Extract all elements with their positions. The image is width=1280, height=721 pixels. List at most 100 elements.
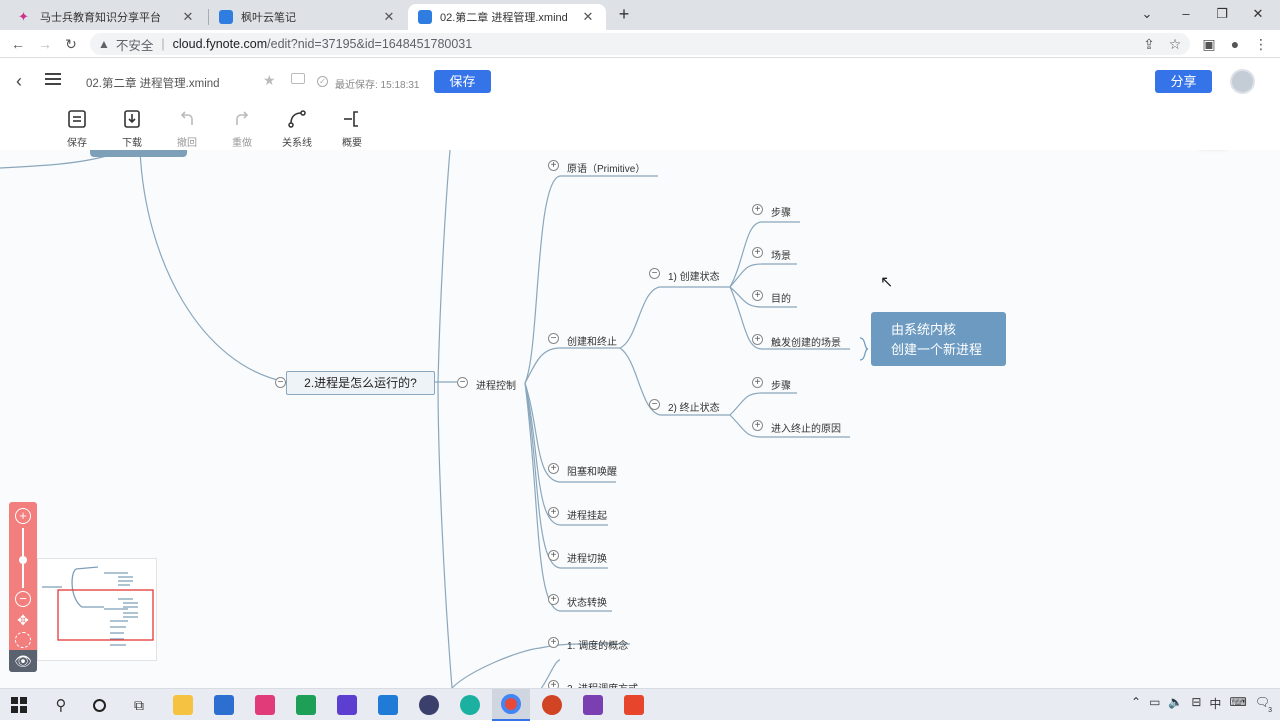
expand-toggle[interactable]: [548, 160, 559, 171]
tray-chevron-icon[interactable]: ⌃: [1131, 695, 1141, 712]
expand-toggle[interactable]: [548, 507, 559, 518]
topic-primitive[interactable]: 原语（Primitive）: [567, 160, 645, 175]
zoom-out-icon[interactable]: −: [15, 591, 31, 607]
expand-toggle[interactable]: [548, 680, 559, 688]
expand-toggle[interactable]: [548, 594, 559, 605]
topic-process-control[interactable]: 进程控制: [476, 377, 516, 392]
back-chevron-icon[interactable]: ‹: [16, 71, 22, 92]
windows-start-icon[interactable]: [0, 689, 38, 721]
topic-steps[interactable]: 步骤: [771, 204, 791, 219]
expand-toggle[interactable]: [548, 637, 559, 648]
topic-purpose[interactable]: 目的: [771, 290, 791, 305]
cortana-circle-icon[interactable]: [80, 689, 118, 721]
notification-center-icon[interactable]: 🗨 3: [1255, 695, 1272, 714]
topic-switch[interactable]: 进程切换: [567, 550, 607, 565]
expand-toggle[interactable]: [752, 204, 763, 215]
topic-scene[interactable]: 场景: [771, 247, 791, 262]
topic-terminate-state[interactable]: 2) 终止状态: [668, 399, 720, 414]
edge-browser-icon[interactable]: [451, 689, 489, 721]
toolbar-relation-button[interactable]: 关系线: [277, 108, 317, 149]
bookmark-star-icon[interactable]: ☆: [1166, 35, 1184, 53]
forward-arrow-icon[interactable]: →: [36, 35, 54, 53]
central-topic-node[interactable]: 2.进程是怎么运行的?: [286, 371, 435, 395]
battery-icon[interactable]: ▭: [1149, 695, 1160, 712]
user-avatar[interactable]: [1230, 69, 1255, 94]
minimap-eye-icon[interactable]: 👁: [9, 650, 37, 672]
topic-sched-method[interactable]: 2. 进程调度方式: [567, 680, 638, 688]
pdf-reader-icon[interactable]: [574, 689, 612, 721]
store-app-icon[interactable]: [205, 689, 243, 721]
network-icon[interactable]: ⊟: [1191, 695, 1201, 712]
minimize-window-icon[interactable]: –: [1172, 4, 1200, 24]
xmind-app-icon[interactable]: [615, 689, 653, 721]
toolbar-download-button[interactable]: 下载: [112, 108, 152, 149]
collapse-toggle[interactable]: [275, 377, 286, 388]
expand-toggle[interactable]: [548, 463, 559, 474]
browser-tab-xmind[interactable]: 02.第二章 进程管理.xmind ✕: [408, 4, 606, 30]
tab-close-icon[interactable]: ✕: [180, 9, 196, 25]
volume-icon[interactable]: 🔈: [1168, 695, 1183, 712]
chrome-browser-icon[interactable]: [492, 689, 530, 721]
intellij-icon[interactable]: [246, 689, 284, 721]
close-window-icon[interactable]: ✕: [1244, 4, 1272, 24]
collapse-toggle[interactable]: [548, 333, 559, 344]
browser-tab-mashibing[interactable]: ✦ 马士兵教育知识分享平台 ✕: [8, 4, 206, 30]
expand-toggle[interactable]: [752, 290, 763, 301]
summary-callout-node[interactable]: 由系统内核 创建一个新进程: [871, 312, 1006, 366]
sidebar-panel-icon[interactable]: ▣: [1200, 35, 1218, 53]
browser-tab-fynote[interactable]: 枫叶云笔记 ✕: [209, 4, 407, 30]
favorite-star-icon[interactable]: ★: [263, 72, 276, 89]
toolbar-summary-button[interactable]: 概要: [332, 108, 372, 149]
tab-search-chevron-icon[interactable]: ⌄: [1133, 4, 1161, 24]
new-tab-button[interactable]: +: [610, 4, 638, 24]
move-folder-icon[interactable]: [291, 73, 305, 84]
fit-center-icon[interactable]: [15, 632, 31, 648]
move-arrows-icon[interactable]: ✥: [15, 612, 31, 628]
expand-toggle[interactable]: [752, 247, 763, 258]
address-bar[interactable]: ▲ 不安全 | cloud.fynote.com/edit?nid=37195&…: [90, 33, 1190, 55]
tab-close-icon[interactable]: ✕: [580, 9, 596, 25]
topic-create-state[interactable]: 1) 创建状态: [668, 268, 720, 283]
back-arrow-icon[interactable]: ←: [9, 35, 27, 53]
mindmap-canvas[interactable]: 2.进程是怎么运行的? 进程控制 原语（Primitive） 创建和终止 1) …: [0, 150, 1280, 688]
toolbar-redo-button[interactable]: 重做: [222, 108, 262, 149]
browser-menu-icon[interactable]: ⋮: [1252, 35, 1270, 53]
zoom-in-icon[interactable]: +: [15, 508, 31, 524]
zoom-slider-handle[interactable]: [19, 556, 27, 564]
terminal-app-icon[interactable]: [410, 689, 448, 721]
hamburger-menu-icon[interactable]: [45, 71, 61, 88]
vscode-icon[interactable]: [369, 689, 407, 721]
tab-close-icon[interactable]: ✕: [381, 9, 397, 25]
collapse-toggle[interactable]: [457, 377, 468, 388]
minimap[interactable]: [37, 558, 157, 661]
collapse-toggle[interactable]: [649, 268, 660, 279]
topic-suspend[interactable]: 进程挂起: [567, 507, 607, 522]
pycharm-icon[interactable]: [287, 689, 325, 721]
file-explorer-icon[interactable]: [164, 689, 202, 721]
expand-toggle[interactable]: [752, 420, 763, 431]
share-page-icon[interactable]: ⇪: [1140, 35, 1158, 53]
save-button[interactable]: 保存: [434, 70, 491, 93]
topic-trigger-scene[interactable]: 触发创建的场景: [771, 334, 841, 349]
toolbar-save-button[interactable]: 保存: [57, 108, 97, 149]
topic-sched-concept[interactable]: 1. 调度的概念: [567, 637, 628, 652]
search-icon[interactable]: ⚲: [42, 689, 80, 721]
topic-state-transition[interactable]: 状态转换: [567, 594, 607, 609]
expand-toggle[interactable]: [752, 334, 763, 345]
share-button[interactable]: 分享: [1155, 70, 1212, 93]
task-view-icon[interactable]: ⧉: [120, 689, 158, 721]
topic-block-wake[interactable]: 阻塞和唤醒: [567, 463, 617, 478]
profile-icon[interactable]: ●: [1226, 35, 1244, 53]
reload-icon[interactable]: ↻: [62, 35, 80, 53]
expand-toggle[interactable]: [548, 550, 559, 561]
topic-steps-2[interactable]: 步骤: [771, 377, 791, 392]
parent-topic-node[interactable]: [90, 150, 187, 157]
topic-create-terminate[interactable]: 创建和终止: [567, 333, 617, 348]
toolbar-undo-button[interactable]: 撤回: [167, 108, 207, 149]
restore-window-icon[interactable]: ❐: [1208, 4, 1236, 24]
collapse-toggle[interactable]: [649, 399, 660, 410]
goland-icon[interactable]: [328, 689, 366, 721]
input-method-icon[interactable]: ⌨: [1229, 695, 1246, 712]
expand-toggle[interactable]: [752, 377, 763, 388]
ime-indicator[interactable]: 中: [1209, 695, 1221, 712]
